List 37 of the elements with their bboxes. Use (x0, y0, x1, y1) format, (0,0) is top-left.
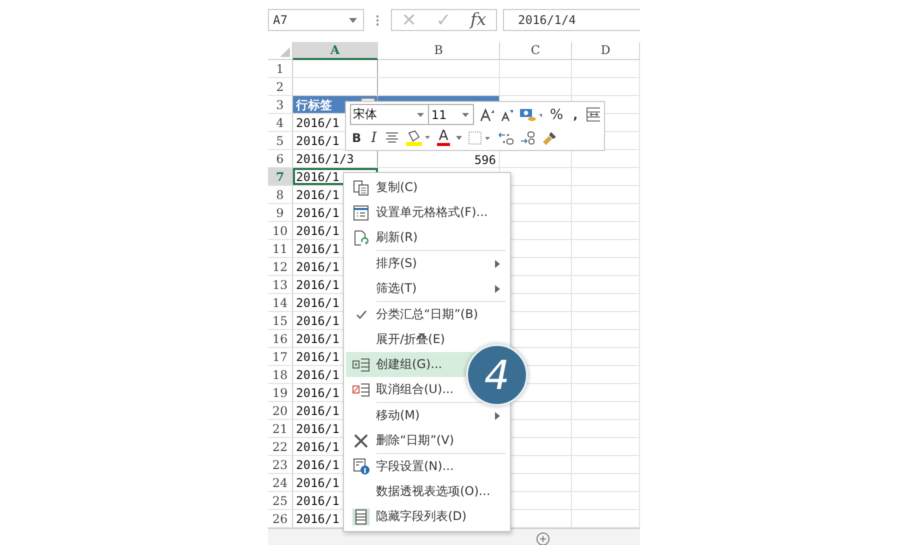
insert-function-button[interactable]: fx (466, 10, 490, 30)
comma-button[interactable]: , (571, 108, 580, 122)
row-header[interactable]: 17 (268, 348, 293, 365)
row-header[interactable]: 5 (268, 132, 293, 149)
font-dropdown[interactable]: 宋体 (350, 104, 430, 125)
row-header[interactable]: 15 (268, 312, 293, 329)
bold-button[interactable]: B (350, 130, 364, 144)
column-header[interactable]: A (293, 42, 378, 60)
font-size-dropdown[interactable]: 11 (428, 104, 474, 125)
row-header[interactable]: 6 (268, 150, 293, 167)
row-header[interactable]: 14 (268, 294, 293, 311)
row-header[interactable]: 16 (268, 330, 293, 347)
row-header[interactable]: 19 (268, 384, 293, 401)
row-header[interactable]: 22 (268, 438, 293, 455)
header-label: 行标签 (296, 96, 332, 113)
italic-button[interactable]: I (369, 130, 379, 146)
row-header[interactable]: 4 (268, 114, 293, 131)
row-header[interactable]: 18 (268, 366, 293, 383)
name-box[interactable]: A7 (268, 9, 364, 31)
row-header[interactable]: 10 (268, 222, 293, 239)
row-header[interactable]: 20 (268, 402, 293, 419)
row-header[interactable]: 24 (268, 474, 293, 491)
row-header[interactable]: 8 (268, 186, 293, 203)
percent-button[interactable]: % (548, 106, 566, 122)
row-header[interactable]: 9 (268, 204, 293, 221)
row-header[interactable]: 26 (268, 510, 293, 527)
row-header[interactable]: 13 (268, 276, 293, 293)
row-header[interactable]: 11 (268, 240, 293, 257)
row-header[interactable]: 21 (268, 420, 293, 437)
row-header[interactable]: 1 (268, 60, 293, 77)
row-header[interactable]: 25 (268, 492, 293, 509)
row-header[interactable]: 12 (268, 258, 293, 275)
formula-field[interactable]: 2016/1/4 (503, 9, 640, 31)
row-header[interactable]: 23 (268, 456, 293, 473)
row-header[interactable]: 2 (268, 78, 293, 95)
row-header[interactable]: 7 (268, 168, 293, 185)
font-color-button[interactable]: A (436, 129, 450, 146)
